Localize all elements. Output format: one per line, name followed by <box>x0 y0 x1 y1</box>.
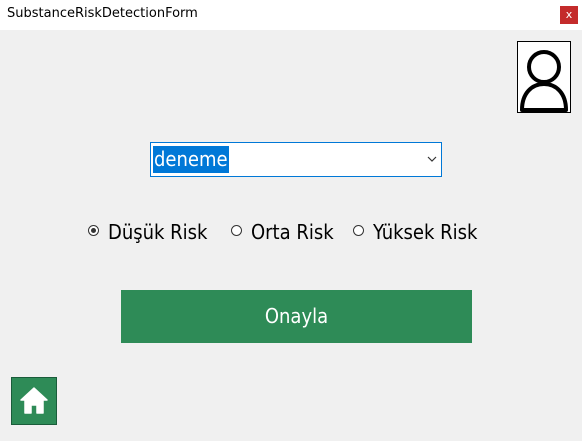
radio-low-risk-indicator[interactable] <box>88 225 99 236</box>
app-window: SubstanceRiskDetectionForm x deneme Düşü… <box>0 0 582 441</box>
radio-high-risk-indicator[interactable] <box>353 225 364 236</box>
radio-medium-risk-label: Orta Risk <box>251 220 334 244</box>
confirm-button[interactable]: Onayla <box>121 290 472 343</box>
user-avatar-icon[interactable] <box>517 41 571 113</box>
window-title: SubstanceRiskDetectionForm <box>7 6 198 21</box>
radio-medium-risk-indicator[interactable] <box>231 225 242 236</box>
close-button[interactable]: x <box>560 6 578 24</box>
substance-dropdown-value: deneme <box>153 146 229 173</box>
home-button[interactable] <box>11 377 57 425</box>
radio-low-risk-label: Düşük Risk <box>108 220 208 244</box>
radio-high-risk-label: Yüksek Risk <box>373 220 478 244</box>
substance-dropdown[interactable]: deneme <box>150 142 442 177</box>
chevron-down-icon <box>427 156 437 162</box>
home-icon <box>20 387 48 414</box>
title-bar: SubstanceRiskDetectionForm x <box>0 0 582 30</box>
